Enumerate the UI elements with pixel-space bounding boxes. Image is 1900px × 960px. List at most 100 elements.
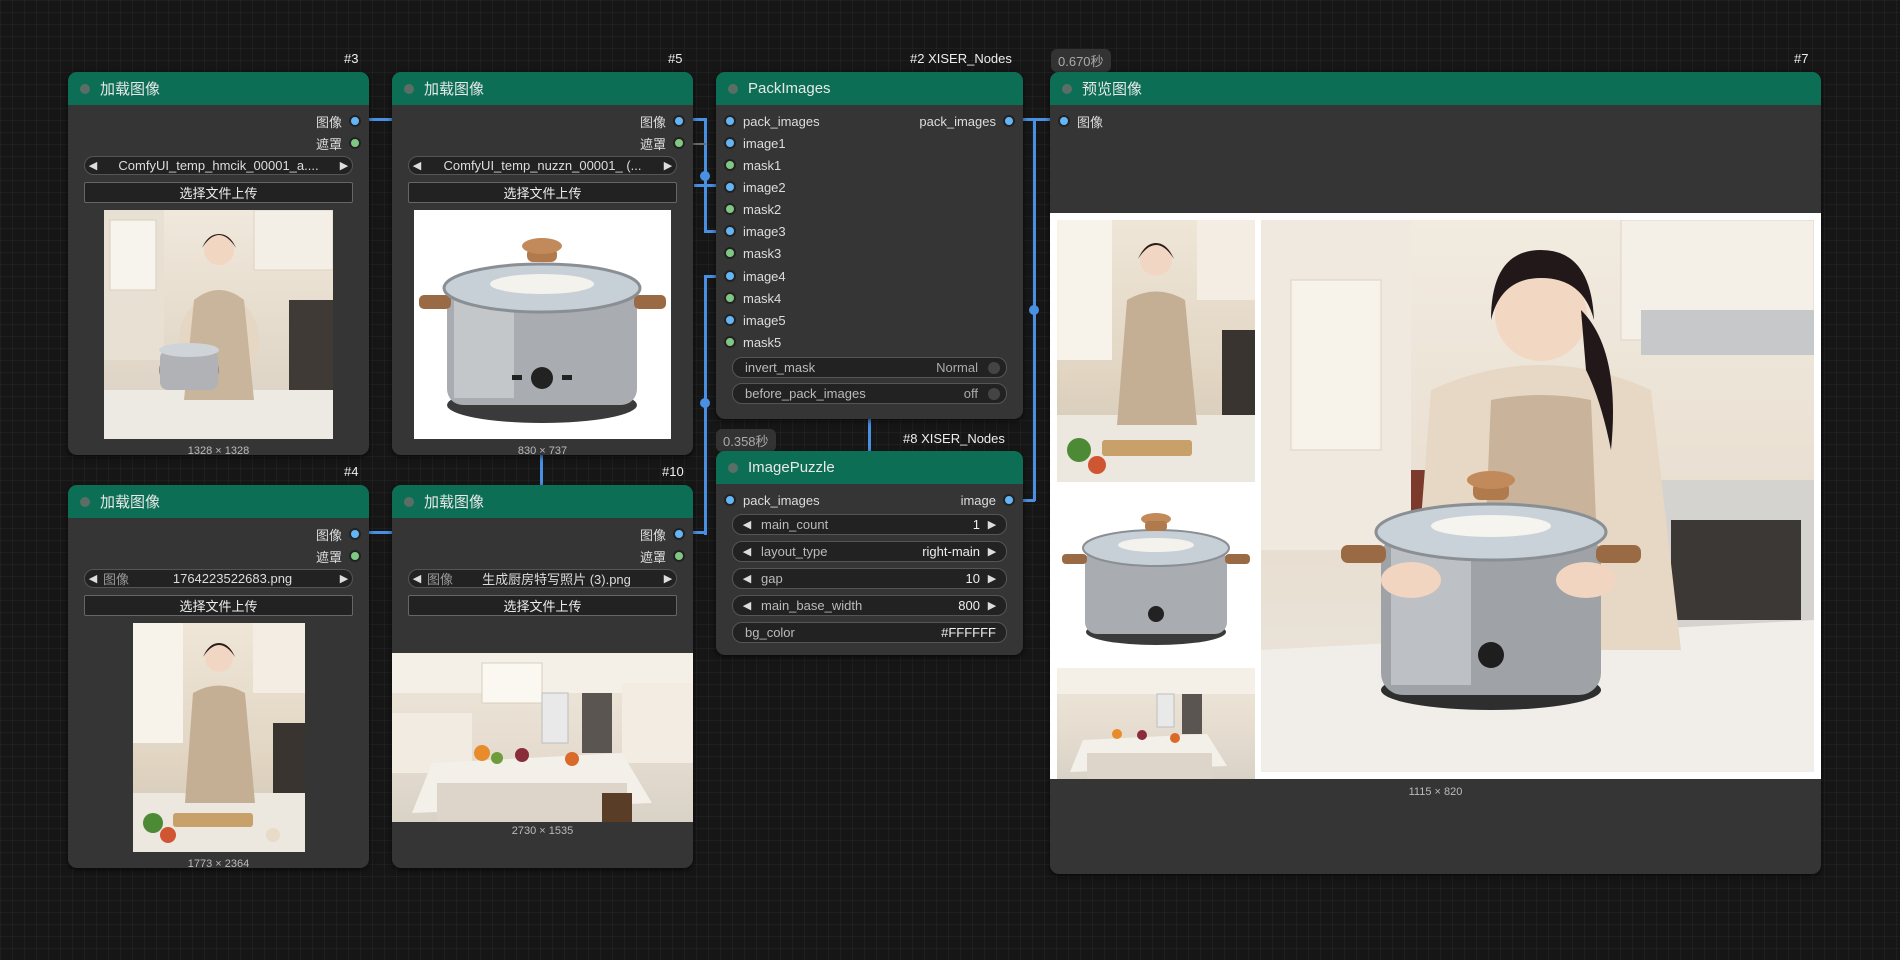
arrow-left-icon[interactable]: ◀ <box>85 159 101 172</box>
mask-socket-icon[interactable] <box>724 247 736 259</box>
arrow-left-icon[interactable]: ◀ <box>409 572 425 585</box>
load-image-node-5[interactable]: 加载图像 图像 遮罩 ◀ ComfyUI_temp_nuzzn_00001_ (… <box>392 72 693 457</box>
main-count-widget[interactable]: ◀ main_count 1 ▶ <box>732 514 1007 535</box>
image-file-select[interactable]: ◀ 图像 生成厨房特写照片 (3).png ▶ <box>408 569 677 588</box>
collapse-dot-icon[interactable] <box>404 83 414 94</box>
collapse-dot-icon[interactable] <box>80 83 90 94</box>
mask-socket-icon[interactable] <box>349 550 361 562</box>
output-image[interactable]: image <box>961 492 1015 508</box>
arrow-left-icon[interactable]: ◀ <box>409 159 425 172</box>
image-file-select[interactable]: ◀ ComfyUI_temp_nuzzn_00001_ (... ▶ <box>408 156 677 175</box>
arrow-right-icon[interactable]: ▶ <box>336 572 352 585</box>
image-socket-icon[interactable] <box>724 225 736 237</box>
mask-socket-icon[interactable] <box>673 550 685 562</box>
arrow-right-icon[interactable]: ▶ <box>984 572 1000 585</box>
invert-mask-toggle[interactable]: invert_mask Normal <box>732 357 1007 378</box>
output-pack-images[interactable]: pack_images <box>919 113 1015 129</box>
arrow-left-icon[interactable]: ◀ <box>739 545 755 558</box>
upload-button[interactable]: 选择文件上传 <box>84 182 353 203</box>
arrow-left-icon[interactable]: ◀ <box>739 518 755 531</box>
arrow-right-icon[interactable]: ▶ <box>984 599 1000 612</box>
before-pack-images-toggle[interactable]: before_pack_images off <box>732 383 1007 404</box>
load-image-node-3[interactable]: 加载图像 图像 遮罩 ◀ ComfyUI_temp_hmcik_00001_a.… <box>68 72 369 457</box>
layout-type-widget[interactable]: ◀ layout_type right-main ▶ <box>732 541 1007 562</box>
image-puzzle-node[interactable]: ImagePuzzle pack_images image ◀ main_cou… <box>716 451 1023 655</box>
arrow-right-icon[interactable]: ▶ <box>336 159 352 172</box>
preview-image-node[interactable]: 预览图像 图像 1115 × 820 <box>1050 72 1821 874</box>
mask-socket-icon[interactable] <box>724 336 736 348</box>
upload-button[interactable]: 选择文件上传 <box>408 595 677 616</box>
input-mask3[interactable]: mask3 <box>724 245 781 261</box>
node-header[interactable]: PackImages <box>716 72 1023 105</box>
image-socket-icon[interactable] <box>1003 494 1015 506</box>
input-image5[interactable]: image5 <box>724 312 786 328</box>
load-image-node-4[interactable]: 加载图像 图像 遮罩 ◀ 图像 1764223522683.png ▶ 选择文件… <box>68 485 369 870</box>
load-image-node-10[interactable]: 加载图像 图像 遮罩 ◀ 图像 生成厨房特写照片 (3).png ▶ 选择文件上… <box>392 485 693 868</box>
image-socket-icon[interactable] <box>673 115 685 127</box>
node-header[interactable]: 加载图像 <box>392 485 693 518</box>
collapse-dot-icon[interactable] <box>404 496 414 507</box>
arrow-right-icon[interactable]: ▶ <box>984 518 1000 531</box>
node-header[interactable]: 加载图像 <box>68 485 369 518</box>
output-image[interactable]: 图像 <box>316 113 361 130</box>
node-header[interactable]: 加载图像 <box>68 72 369 105</box>
arrow-right-icon[interactable]: ▶ <box>660 572 676 585</box>
input-image2[interactable]: image2 <box>724 179 786 195</box>
input-pack-images[interactable]: pack_images <box>724 492 820 508</box>
collapse-dot-icon[interactable] <box>728 83 738 94</box>
image-socket-icon[interactable] <box>724 115 736 127</box>
image-socket-icon[interactable] <box>673 528 685 540</box>
image-socket-icon[interactable] <box>724 270 736 282</box>
arrow-left-icon[interactable]: ◀ <box>85 572 101 585</box>
wire-reroute-dot[interactable] <box>700 398 710 408</box>
image-socket-icon[interactable] <box>724 314 736 326</box>
mask-socket-icon[interactable] <box>673 137 685 149</box>
mask-socket-icon[interactable] <box>724 159 736 171</box>
bg-color-input[interactable]: bg_color #FFFFFF <box>732 622 1007 643</box>
output-mask[interactable]: 遮罩 <box>316 548 361 565</box>
image-socket-icon[interactable] <box>349 115 361 127</box>
image-socket-icon[interactable] <box>1058 115 1070 127</box>
input-mask2[interactable]: mask2 <box>724 201 781 217</box>
arrow-right-icon[interactable]: ▶ <box>984 545 1000 558</box>
image-socket-icon[interactable] <box>1003 115 1015 127</box>
input-mask5[interactable]: mask5 <box>724 334 781 350</box>
output-image[interactable]: 图像 <box>640 113 685 130</box>
image-file-select[interactable]: ◀ 图像 1764223522683.png ▶ <box>84 569 353 588</box>
node-header[interactable]: 加载图像 <box>392 72 693 105</box>
input-image1[interactable]: image1 <box>724 135 786 151</box>
toggle-icon[interactable] <box>988 387 1000 400</box>
node-header[interactable]: 预览图像 <box>1050 72 1821 105</box>
input-pack-images[interactable]: pack_images <box>724 113 820 129</box>
wire-reroute-dot[interactable] <box>700 171 710 181</box>
toggle-icon[interactable] <box>988 361 1000 374</box>
wire-reroute-dot[interactable] <box>1029 305 1039 315</box>
output-mask[interactable]: 遮罩 <box>640 135 685 152</box>
image-socket-icon[interactable] <box>724 494 736 506</box>
main-base-width-widget[interactable]: ◀ main_base_width 800 ▶ <box>732 595 1007 616</box>
input-mask4[interactable]: mask4 <box>724 290 781 306</box>
input-mask1[interactable]: mask1 <box>724 157 781 173</box>
mask-socket-icon[interactable] <box>349 137 361 149</box>
output-mask[interactable]: 遮罩 <box>316 135 361 152</box>
mask-socket-icon[interactable] <box>724 203 736 215</box>
gap-widget[interactable]: ◀ gap 10 ▶ <box>732 568 1007 589</box>
collapse-dot-icon[interactable] <box>80 496 90 507</box>
arrow-right-icon[interactable]: ▶ <box>660 159 676 172</box>
collapse-dot-icon[interactable] <box>728 462 738 473</box>
output-image[interactable]: 图像 <box>316 526 361 543</box>
mask-socket-icon[interactable] <box>724 292 736 304</box>
arrow-left-icon[interactable]: ◀ <box>739 572 755 585</box>
image-socket-icon[interactable] <box>349 528 361 540</box>
input-image4[interactable]: image4 <box>724 268 786 284</box>
upload-button[interactable]: 选择文件上传 <box>408 182 677 203</box>
pack-images-node[interactable]: PackImages pack_images image1 mask1 imag… <box>716 72 1023 419</box>
image-file-select[interactable]: ◀ ComfyUI_temp_hmcik_00001_a.... ▶ <box>84 156 353 175</box>
upload-button[interactable]: 选择文件上传 <box>84 595 353 616</box>
image-socket-icon[interactable] <box>724 181 736 193</box>
output-mask[interactable]: 遮罩 <box>640 548 685 565</box>
image-socket-icon[interactable] <box>724 137 736 149</box>
arrow-left-icon[interactable]: ◀ <box>739 599 755 612</box>
node-header[interactable]: ImagePuzzle <box>716 451 1023 484</box>
output-image[interactable]: 图像 <box>640 526 685 543</box>
